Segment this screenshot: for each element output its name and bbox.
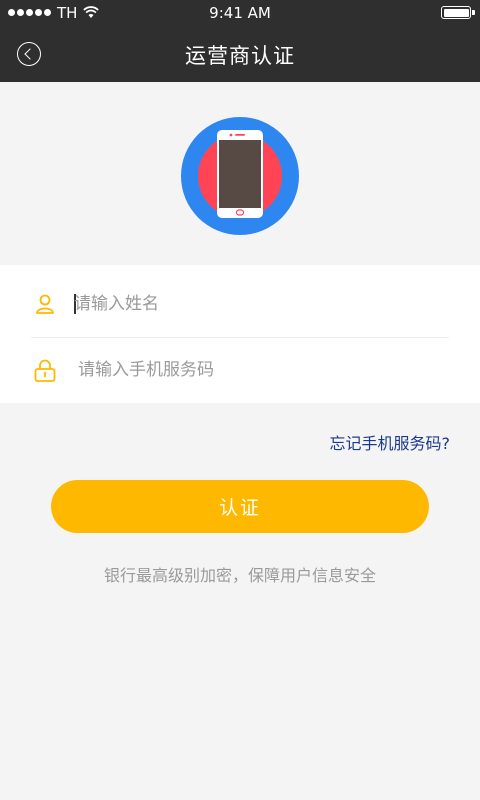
name-row xyxy=(0,265,480,334)
page-title: 运营商认证 xyxy=(185,44,295,68)
battery-icon xyxy=(441,6,475,19)
navigation-bar: 运营商认证 xyxy=(0,26,480,82)
name-input[interactable] xyxy=(74,289,444,319)
auth-form xyxy=(0,265,480,403)
smartphone-icon xyxy=(181,117,299,235)
user-icon xyxy=(36,294,54,314)
service-code-input[interactable] xyxy=(78,355,448,385)
verify-button[interactable]: 认证 xyxy=(51,480,429,533)
security-note: 银行最高级别加密，保障用户信息安全 xyxy=(103,566,376,585)
forgot-service-code-link[interactable]: 忘记手机服务码? xyxy=(330,430,451,454)
status-time: 9:41 AM xyxy=(209,4,271,22)
lock-icon xyxy=(34,359,56,382)
hero-section xyxy=(0,82,480,265)
service-code-row xyxy=(0,334,480,403)
status-bar: TH 9:41 AM xyxy=(0,0,480,26)
app-header: TH 9:41 AM 运营商认证 xyxy=(0,0,480,82)
